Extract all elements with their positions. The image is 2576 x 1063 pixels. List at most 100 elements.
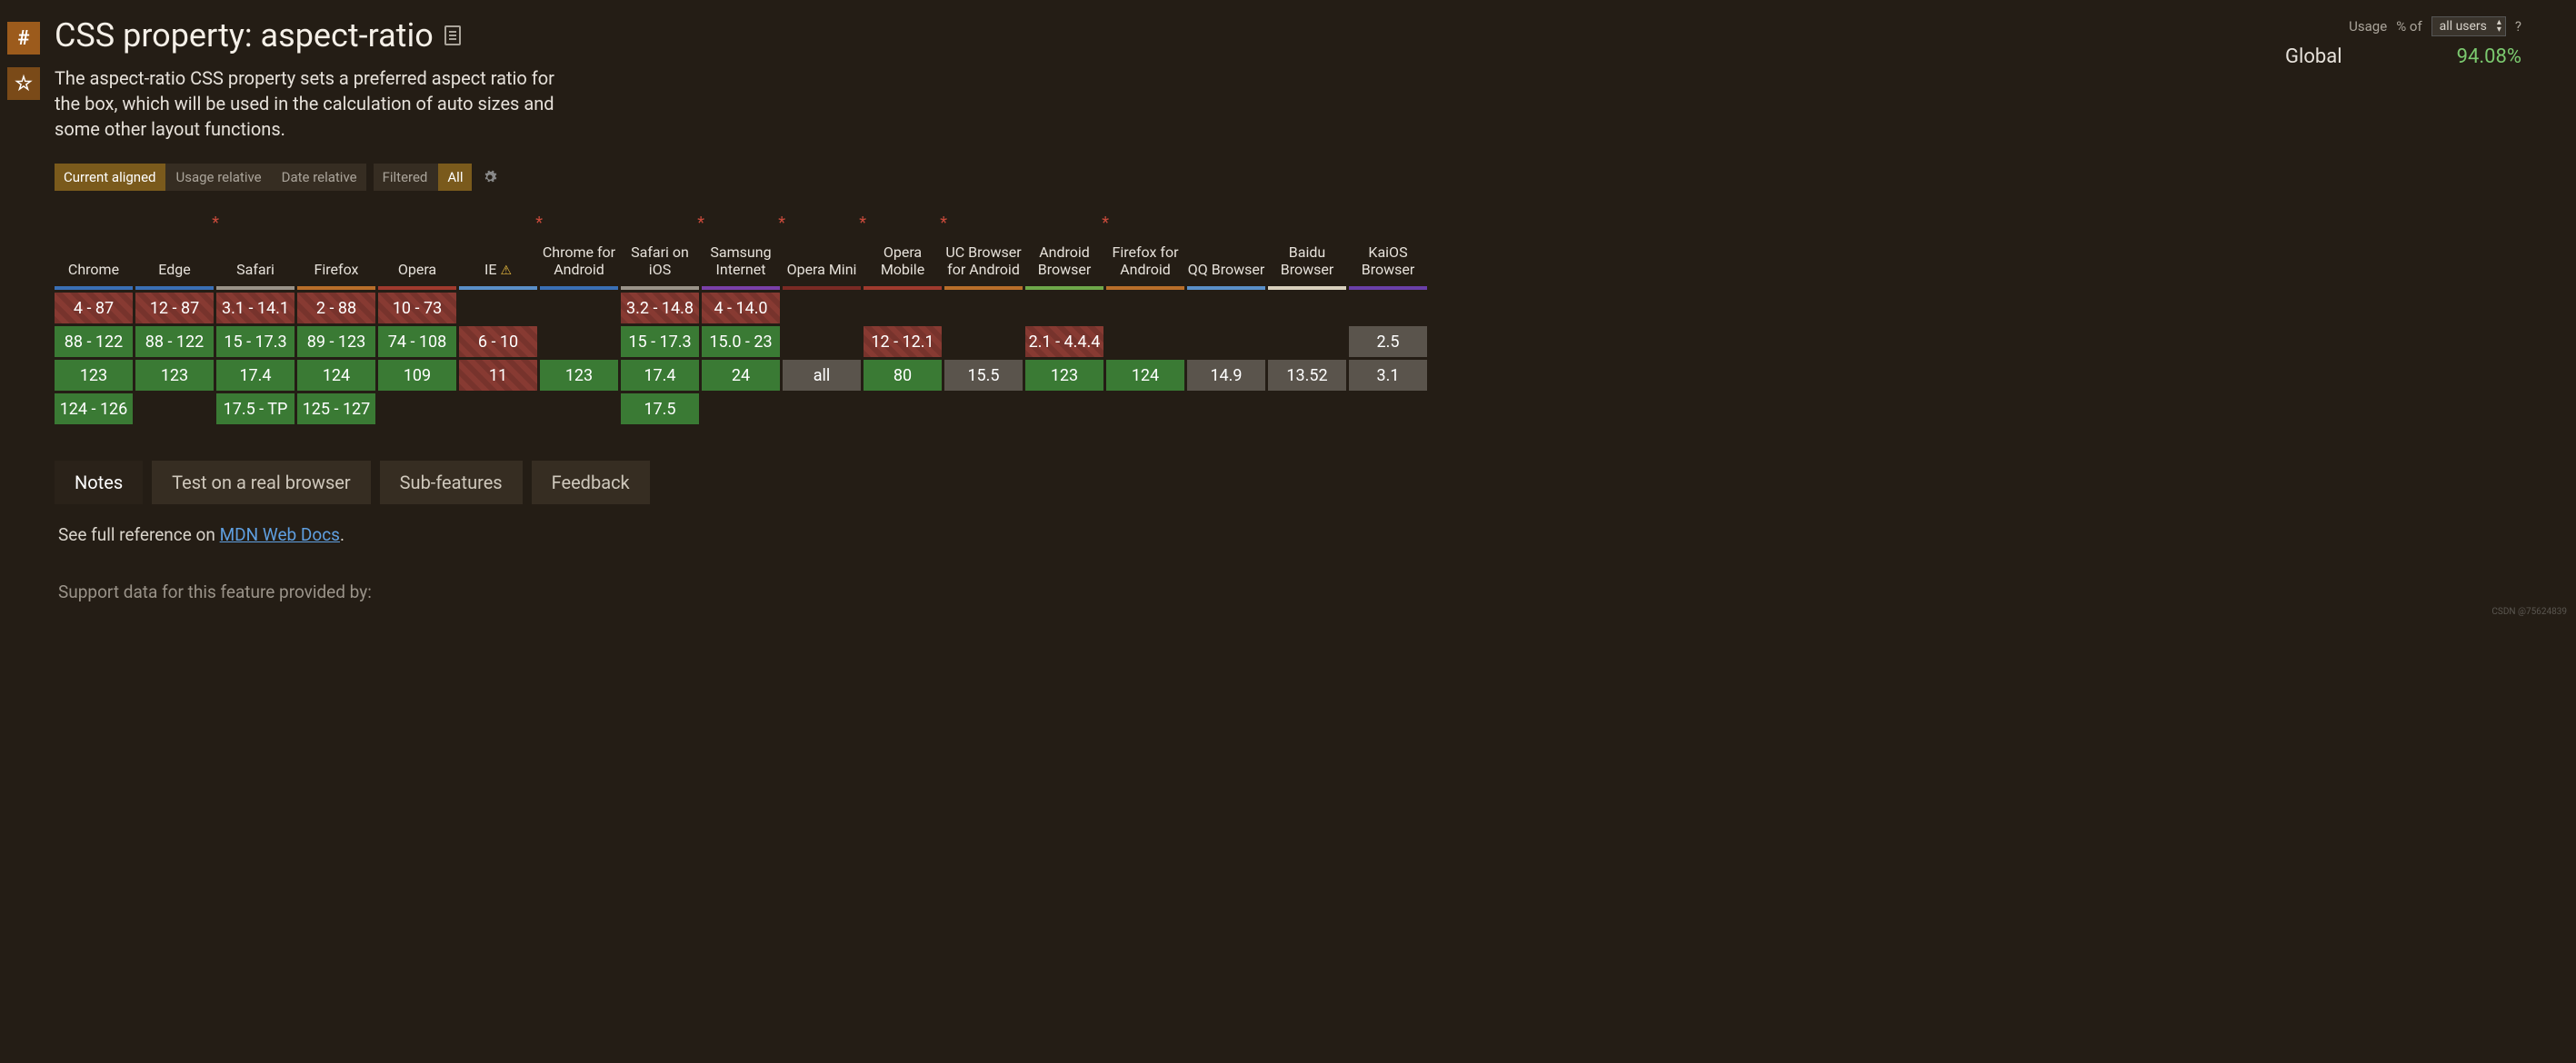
version-cell xyxy=(1187,293,1265,323)
version-cell[interactable]: 3.1 xyxy=(1349,360,1427,391)
version-cell[interactable]: 80 xyxy=(864,360,942,391)
gear-icon[interactable] xyxy=(483,170,497,184)
version-cell[interactable]: 124 xyxy=(297,360,375,391)
tab-sub-features[interactable]: Sub-features xyxy=(380,461,523,504)
version-cell[interactable]: 3.2 - 14.8 xyxy=(621,293,699,323)
browser-header[interactable]: IE⚠* xyxy=(459,218,537,283)
tab-notes[interactable]: Notes xyxy=(55,461,143,504)
version-cell[interactable]: 24 xyxy=(702,360,780,391)
browser-header[interactable]: Android Browser* xyxy=(1025,218,1103,283)
toolbar-all[interactable]: All xyxy=(438,164,472,191)
browser-bar xyxy=(621,286,699,290)
browser-header[interactable]: Edge* xyxy=(135,218,214,283)
browser-bar xyxy=(944,286,1023,290)
browser-header[interactable]: Firefox for Android xyxy=(1106,218,1184,283)
version-cell[interactable]: 2.5 xyxy=(1349,326,1427,357)
browser-bar xyxy=(783,286,861,290)
browser-header[interactable]: QQ Browser xyxy=(1187,218,1265,283)
toolbar-filtered[interactable]: Filtered xyxy=(374,164,437,191)
tab-feedback[interactable]: Feedback xyxy=(532,461,650,504)
version-cell[interactable]: 17.5 - TP xyxy=(216,393,295,424)
version-cell[interactable]: 17.4 xyxy=(621,360,699,391)
browser-bar xyxy=(297,286,375,290)
browser-col-opera: Opera 10 - 7374 - 108109 xyxy=(378,218,456,424)
browser-col-chrome: Chrome 4 - 8788 - 122123124 - 126 xyxy=(55,218,133,424)
title-text: CSS property: aspect-ratio xyxy=(55,16,434,55)
browser-col-safari: Safari 3.1 - 14.115 - 17.317.417.5 - TP xyxy=(216,218,295,424)
browser-header[interactable]: Chrome for Android xyxy=(540,218,618,283)
version-cell[interactable]: 14.9 xyxy=(1187,360,1265,391)
browser-col-baidu-browser: Baidu Browser 13.52 xyxy=(1268,218,1346,424)
browser-header[interactable]: UC Browser for Android xyxy=(944,218,1023,283)
version-cell xyxy=(944,293,1023,323)
browser-header[interactable]: Opera Mobile* xyxy=(864,218,942,283)
browser-header[interactable]: Samsung Internet* xyxy=(702,218,780,283)
document-icon[interactable] xyxy=(444,25,461,45)
help-icon[interactable]: ? xyxy=(2515,18,2521,35)
usage-select[interactable]: all users ▴▾ xyxy=(2431,16,2506,36)
version-cell[interactable]: 15 - 17.3 xyxy=(621,326,699,357)
version-cell[interactable]: 15.0 - 23 xyxy=(702,326,780,357)
version-cell[interactable]: 15 - 17.3 xyxy=(216,326,295,357)
version-cell[interactable]: 88 - 122 xyxy=(135,326,214,357)
notes-content: See full reference on MDN Web Docs. xyxy=(0,504,2576,545)
version-cell[interactable]: 10 - 73 xyxy=(378,293,456,323)
tab-test-on-a-real-browser[interactable]: Test on a real browser xyxy=(152,461,371,504)
browser-header[interactable]: Safari on iOS* xyxy=(621,218,699,283)
version-cell[interactable]: 12 - 12.1 xyxy=(864,326,942,357)
version-cell[interactable]: 125 - 127 xyxy=(297,393,375,424)
browser-header[interactable]: Opera xyxy=(378,218,456,283)
mdn-link[interactable]: MDN Web Docs xyxy=(220,524,340,545)
browser-header[interactable]: Firefox xyxy=(297,218,375,283)
browser-header[interactable]: Chrome xyxy=(55,218,133,283)
version-cell[interactable]: 2.1 - 4.4.4 xyxy=(1025,326,1103,357)
version-cell[interactable]: 17.4 xyxy=(216,360,295,391)
version-cell[interactable]: 2 - 88 xyxy=(297,293,375,323)
toolbar-usage-relative[interactable]: Usage relative xyxy=(167,164,271,191)
version-cell[interactable]: 123 xyxy=(1025,360,1103,391)
version-cell[interactable]: 124 xyxy=(1106,360,1184,391)
browser-col-kaios-browser: KaiOS Browser 2.53.1 xyxy=(1349,218,1427,424)
version-cell[interactable]: 4 - 14.0 xyxy=(702,293,780,323)
version-cell[interactable]: 13.52 xyxy=(1268,360,1346,391)
browser-header[interactable]: KaiOS Browser xyxy=(1349,218,1427,283)
version-cell[interactable]: 123 xyxy=(55,360,133,391)
version-cell[interactable]: 17.5 xyxy=(621,393,699,424)
browser-col-ie: IE⚠* 6 - 1011 xyxy=(459,218,537,424)
toolbar-date-relative[interactable]: Date relative xyxy=(273,164,366,191)
browser-header[interactable]: Opera Mini* xyxy=(783,218,861,283)
browser-header[interactable]: Baidu Browser xyxy=(1268,218,1346,283)
version-cell[interactable]: 109 xyxy=(378,360,456,391)
version-cell[interactable]: 123 xyxy=(135,360,214,391)
version-cell[interactable]: 88 - 122 xyxy=(55,326,133,357)
version-cell[interactable]: 3.1 - 14.1 xyxy=(216,293,295,323)
browser-bar xyxy=(1349,286,1427,290)
version-cell[interactable]: 123 xyxy=(540,360,618,391)
version-cell xyxy=(378,393,456,424)
version-cell xyxy=(1106,393,1184,424)
version-cell[interactable]: 89 - 123 xyxy=(297,326,375,357)
browser-col-safari-on-ios: Safari on iOS* 3.2 - 14.815 - 17.317.417.… xyxy=(621,218,699,424)
support-table: Chrome4 - 8788 - 122123124 - 126Edge*12 … xyxy=(55,218,2567,424)
version-cell[interactable]: 11 xyxy=(459,360,537,391)
version-cell[interactable]: all xyxy=(783,360,861,391)
browser-bar xyxy=(1025,286,1103,290)
browser-header[interactable]: Safari xyxy=(216,218,295,283)
version-cell[interactable]: 124 - 126 xyxy=(55,393,133,424)
page-title: CSS property: aspect-ratio xyxy=(55,16,873,55)
version-cell[interactable]: 4 - 87 xyxy=(55,293,133,323)
hash-badge[interactable]: # xyxy=(7,22,40,55)
browser-bar xyxy=(135,286,214,290)
version-cell[interactable]: 6 - 10 xyxy=(459,326,537,357)
chevron-updown-icon: ▴▾ xyxy=(2497,19,2501,34)
version-cell xyxy=(783,293,861,323)
browser-bar xyxy=(864,286,942,290)
browser-bar xyxy=(1187,286,1265,290)
tabs: NotesTest on a real browserSub-featuresF… xyxy=(55,461,2576,504)
toolbar-current-aligned[interactable]: Current aligned xyxy=(55,164,165,191)
version-cell[interactable]: 12 - 87 xyxy=(135,293,214,323)
version-cell[interactable]: 15.5 xyxy=(944,360,1023,391)
version-cell[interactable]: 74 - 108 xyxy=(378,326,456,357)
star-badge[interactable]: ☆ xyxy=(7,67,40,100)
browser-col-android-browser: Android Browser* 2.1 - 4.4.4123 xyxy=(1025,218,1103,424)
